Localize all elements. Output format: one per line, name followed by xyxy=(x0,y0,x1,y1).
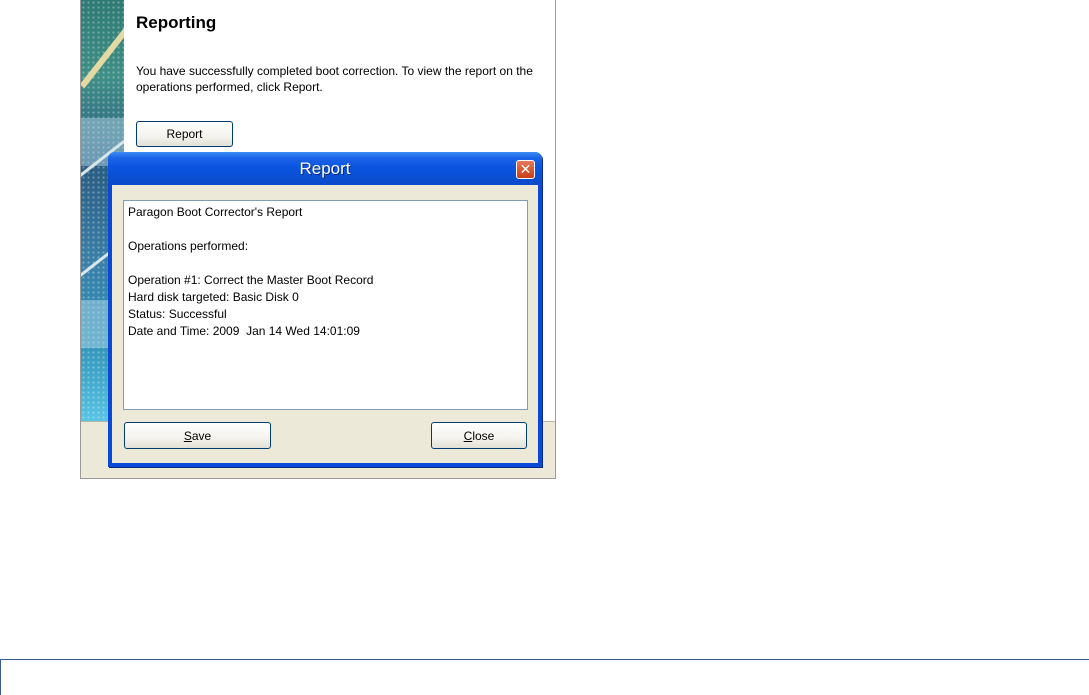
report-line: Hard disk targeted: Basic Disk 0 xyxy=(128,290,299,304)
report-line xyxy=(128,221,523,238)
wizard-message: You have successfully completed boot cor… xyxy=(136,64,533,94)
report-dialog: Report ✕ Paragon Boot Corrector's Report… xyxy=(108,152,542,467)
report-line xyxy=(128,255,523,272)
close-button[interactable]: Close xyxy=(431,422,527,449)
report-textarea[interactable]: Paragon Boot Corrector's Report Operation… xyxy=(123,200,528,410)
report-line: Operation #1: Correct the Master Boot Re… xyxy=(128,273,374,287)
save-accesskey: S xyxy=(183,428,192,443)
report-button[interactable]: Report xyxy=(136,121,233,147)
page: Reporting You have successfully complete… xyxy=(0,0,1089,695)
report-line: Date and Time: 2009 Jan 14 Wed 14:01:09 xyxy=(128,324,360,338)
report-line: Operations performed: xyxy=(128,239,249,253)
dialog-title: Report xyxy=(299,159,351,178)
report-line: Status: Successful xyxy=(128,307,227,321)
report-line: Paragon Boot Corrector's Report xyxy=(128,205,303,219)
save-label: ave xyxy=(191,428,212,443)
dialog-titlebar[interactable]: Report ✕ xyxy=(108,152,542,185)
save-button[interactable]: Save xyxy=(124,422,271,449)
close-icon[interactable]: ✕ xyxy=(516,160,535,179)
wizard-title: Reporting xyxy=(136,13,217,32)
close-label: lose xyxy=(472,428,495,443)
bottom-frame xyxy=(0,659,1089,695)
dialog-body: Paragon Boot Corrector's Report Operation… xyxy=(112,185,538,463)
close-accesskey: C xyxy=(463,428,473,443)
